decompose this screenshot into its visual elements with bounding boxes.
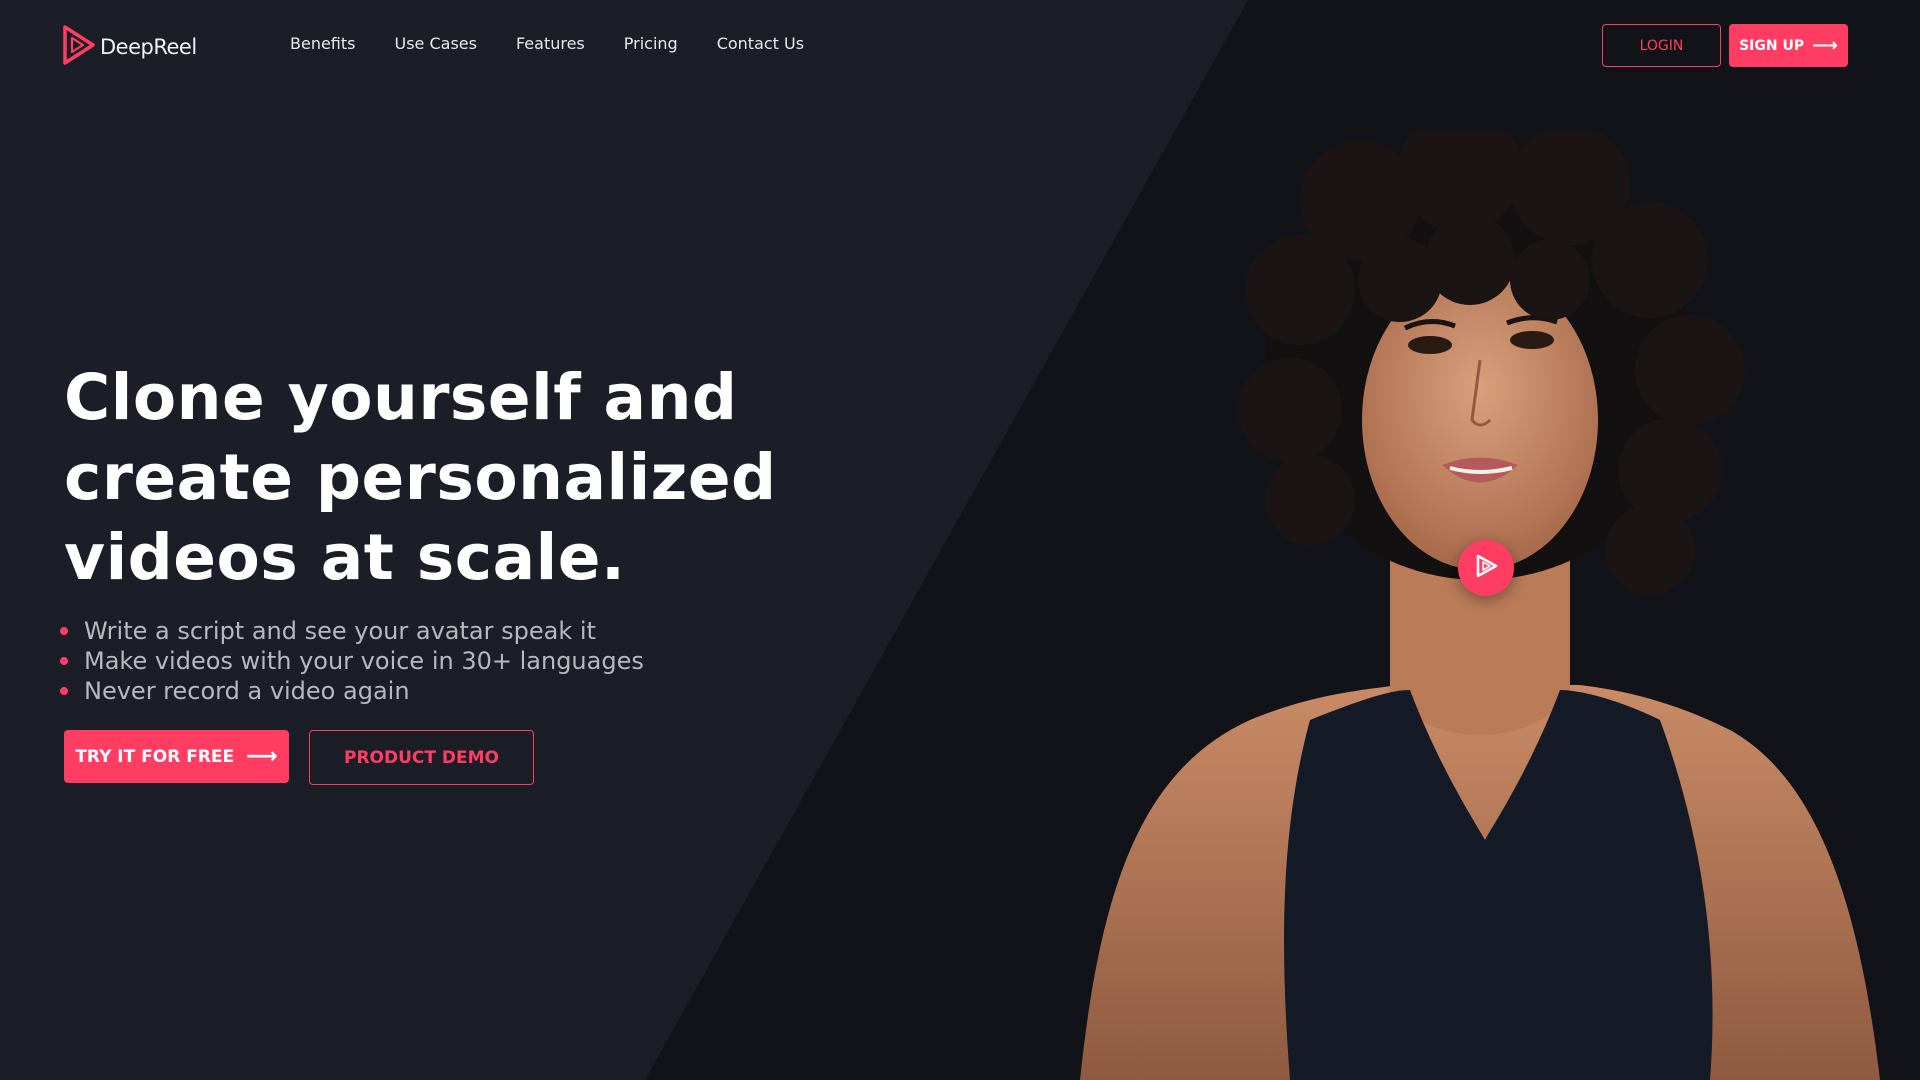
- main-nav: Benefits Use Cases Features Pricing Cont…: [290, 34, 843, 53]
- signup-button-label: SIGN UP: [1739, 37, 1805, 54]
- hero-feature-list: Write a script and see your avatar speak…: [60, 616, 644, 706]
- list-item: Make videos with your voice in 30+ langu…: [60, 646, 644, 676]
- try-it-for-free-button[interactable]: TRY IT FOR FREE ⟶: [64, 730, 289, 783]
- nav-item-use-cases[interactable]: Use Cases: [395, 34, 477, 53]
- demo-button-label: PRODUCT DEMO: [343, 747, 499, 768]
- play-video-button[interactable]: [1458, 540, 1514, 596]
- feature-text: Make videos with your voice in 30+ langu…: [84, 647, 644, 675]
- brand-logo[interactable]: DeepReel: [63, 25, 197, 69]
- bullet-dot-icon: [60, 627, 68, 635]
- nav-item-contact-us[interactable]: Contact Us: [717, 34, 804, 53]
- nav-item-features[interactable]: Features: [516, 34, 585, 53]
- product-demo-button[interactable]: PRODUCT DEMO: [309, 730, 534, 785]
- nav-item-benefits[interactable]: Benefits: [290, 34, 356, 53]
- list-item: Write a script and see your avatar speak…: [60, 616, 644, 646]
- nav-item-pricing[interactable]: Pricing: [624, 34, 678, 53]
- feature-text: Never record a video again: [84, 677, 410, 705]
- hero-title-line-1: Clone yourself and: [64, 361, 738, 434]
- bullet-dot-icon: [60, 687, 68, 695]
- hero-title-line-3: videos at scale.: [64, 521, 626, 594]
- feature-text: Write a script and see your avatar speak…: [84, 617, 596, 645]
- arrow-right-icon: ⟶: [1812, 34, 1838, 56]
- play-icon: [1473, 553, 1499, 583]
- hero-title-line-2: create personalized: [64, 441, 777, 514]
- brand-name: DeepReel: [100, 35, 197, 59]
- play-triangle-logo-icon: [63, 25, 95, 69]
- site-header: DeepReel Benefits Use Cases Features Pri…: [0, 0, 1920, 90]
- arrow-right-icon: ⟶: [246, 743, 278, 769]
- signup-button[interactable]: SIGN UP ⟶: [1729, 24, 1848, 67]
- hero-title: Clone yourself and create personalized v…: [64, 358, 804, 598]
- try-button-label: TRY IT FOR FREE: [75, 746, 235, 767]
- list-item: Never record a video again: [60, 676, 644, 706]
- bullet-dot-icon: [60, 657, 68, 665]
- avatar-video-preview[interactable]: [1060, 108, 1900, 1080]
- login-button-label: LOGIN: [1639, 37, 1684, 54]
- login-button[interactable]: LOGIN: [1602, 24, 1721, 67]
